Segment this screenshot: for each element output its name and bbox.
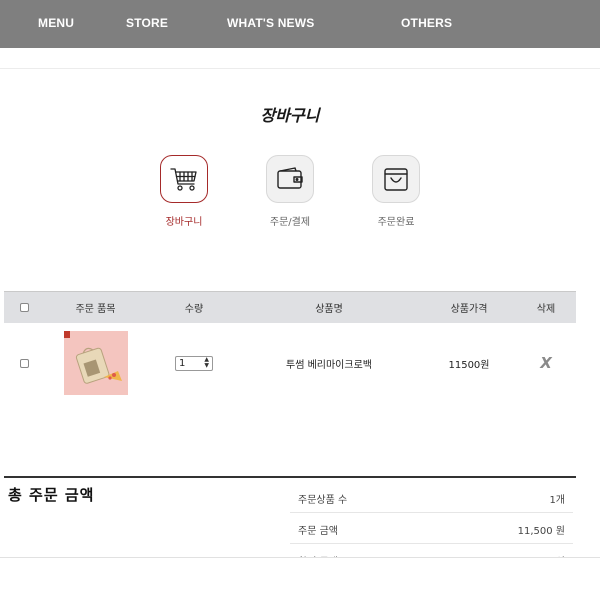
summary-label: 주문상품 수 — [298, 495, 348, 506]
select-all-checkbox[interactable] — [19, 303, 29, 312]
step-checkout-circle — [266, 155, 314, 203]
viewport-bottom — [0, 558, 600, 600]
row-checkbox[interactable] — [19, 358, 29, 368]
product-thumbnail[interactable] — [63, 331, 128, 395]
step-checkout-label: 주문/결제 — [269, 217, 311, 228]
summary-divider — [4, 476, 576, 478]
quantity-stepper[interactable]: 1 ▲ ▼ — [175, 355, 213, 371]
table-row: 1 ▲ ▼ 투썸 베리마이크로백 11500원 X — [4, 322, 576, 404]
qty-cell: 1 ▲ ▼ — [154, 322, 234, 404]
cart-icon — [170, 168, 197, 191]
delete-button[interactable]: X — [540, 354, 552, 372]
summary-value: 1개 — [549, 495, 565, 506]
header-checkbox-cell — [4, 292, 44, 323]
step-cart[interactable]: 장바구니 — [144, 155, 224, 228]
step-complete-circle — [372, 155, 420, 203]
nav-menu[interactable]: MENU — [38, 16, 74, 30]
summary-value: 11,500 원 — [517, 526, 565, 537]
nav-others[interactable]: OTHERS — [401, 16, 452, 30]
summary-row-count: 주문상품 수 1개 — [290, 481, 573, 513]
summary-row-amount: 주문 금액 11,500 원 — [290, 512, 573, 544]
product-price: 11500원 — [448, 359, 490, 371]
wallet-icon — [277, 167, 303, 189]
header-item: 주문 품목 — [75, 304, 116, 315]
header-qty: 수량 — [184, 304, 204, 315]
bottom-divider — [0, 557, 600, 558]
page-title: 장바구니 — [260, 106, 320, 125]
step-complete-label: 주문완료 — [377, 217, 415, 228]
cart-table-header: 주문 품목 수량 상품명 상품가격 삭제 — [4, 291, 576, 323]
step-complete[interactable]: 주문완료 — [356, 155, 436, 228]
delete-cell: X — [516, 322, 576, 404]
quantity-value: 1 — [179, 357, 186, 369]
step-cart-circle — [160, 155, 208, 203]
header-delete: 삭제 — [536, 304, 556, 315]
item-image-cell — [44, 322, 147, 404]
nav-whats-news[interactable]: WHAT'S NEWS — [227, 16, 315, 30]
divider — [0, 68, 600, 69]
step-checkout[interactable]: 주문/결제 — [250, 155, 330, 228]
header-price: 상품가격 — [450, 304, 488, 315]
summary-label: 주문 금액 — [298, 526, 338, 537]
top-nav: MENU STORE WHAT'S NEWS OTHERS — [0, 0, 600, 48]
product-name: 투썸 베리마이크로백 — [286, 359, 372, 371]
header-name: 상품명 — [315, 304, 343, 315]
shopping-bag-icon — [384, 168, 408, 191]
product-image — [63, 331, 128, 395]
row-checkbox-cell — [4, 322, 44, 404]
step-cart-label: 장바구니 — [165, 217, 203, 228]
summary-title: 총 주문 금액 — [8, 486, 95, 504]
stepper-arrows-icon[interactable]: ▲ ▼ — [204, 357, 209, 369]
nav-store[interactable]: STORE — [126, 16, 168, 30]
